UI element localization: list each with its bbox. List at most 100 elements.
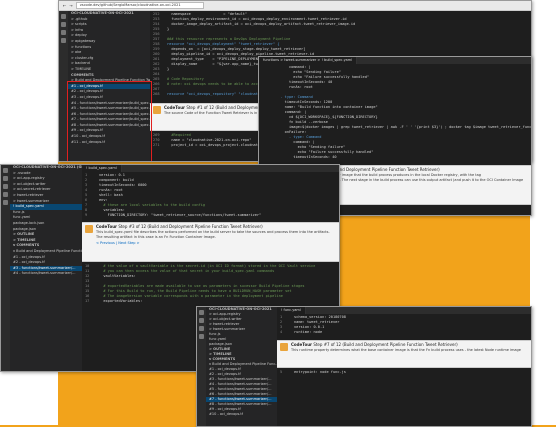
tab-build-spec[interactable]: functions > tweet-summarizer > ! build_s…: [259, 57, 358, 64]
code-text: docker_image_deploy_artifact_id = oci_de…: [167, 22, 356, 26]
codetour-comment-panel: CodeTour Step #3 of 12 (Build and Deploy…: [82, 222, 339, 262]
code-text: function_deploy_environment_id = oci_dev…: [167, 17, 347, 21]
code-area[interactable]: 1 version: 0.1 2 component: build 3 timeoutIn…: [82, 172, 339, 218]
source-control-icon[interactable]: [199, 326, 204, 331]
code-text: }: [167, 67, 170, 71]
code-text: resource "oci_devops_deployment" "tweet_…: [167, 42, 280, 46]
comment-thread-item[interactable]: v Build and Deployment Pipeline Function…: [10, 249, 82, 255]
highlight-comments-box: [67, 81, 152, 161]
code-text: shell: bash: [99, 193, 123, 197]
code-text: echo "Sending failure": [276, 145, 346, 149]
code-text: echo "Sending failure": [276, 70, 341, 74]
search-icon[interactable]: [3, 176, 8, 181]
code-text: cd ${OCI_WORKSPACE}_${FUNCTION_DIRECTORY…: [276, 115, 378, 119]
source-control-icon[interactable]: [3, 184, 8, 189]
code-text: command: |: [276, 65, 311, 69]
comment-thread-item[interactable]: #4 - functions/tweet-summarizer/...: [10, 271, 82, 277]
code-text: version: 0.0.1: [294, 325, 325, 329]
code-text: # the value of a vaultVariable is the se…: [99, 264, 316, 268]
search-icon[interactable]: [61, 22, 66, 27]
code-text: entrypoint: node func.js: [294, 370, 346, 374]
run-icon[interactable]: [3, 192, 8, 197]
code-text: # you can then access the value of that …: [99, 269, 275, 273]
code-text: # The imageVersion variable corresponds …: [99, 294, 283, 298]
activity-bar: [197, 307, 206, 426]
code-text: command: |: [276, 110, 307, 114]
code-area[interactable]: command: | echo "Sending failure" echo "…: [259, 64, 531, 160]
explorer-icon[interactable]: [61, 14, 66, 19]
code-line[interactable]: 271 project_id = oci_devops_project.clou…: [153, 143, 271, 148]
code-text: runAs: root: [99, 188, 123, 192]
sidebar-item[interactable]: #10 - oci_devops.tf: [206, 412, 277, 417]
editor-window-step7: OCI-CLOUDNATIVE-ON-OCI-2021 > oci-app-reg…: [196, 306, 532, 427]
comment-author: CodeTour: [164, 105, 186, 110]
code-text: #Required: [167, 133, 191, 137]
code-text: echo "Failure successfully handled": [276, 75, 370, 79]
code-area-continued[interactable]: 269 #Required 270 name = "cloudnative-202…: [150, 132, 271, 148]
code-text: deployment_type = "PIPELINE_DEPLOYMENT": [167, 57, 263, 61]
code-text: onFailure:: [276, 130, 307, 134]
explorer-sidebar: OCI-CLOUDNATIVE-ON-OCI-2021 > oci-app-reg…: [206, 307, 277, 426]
explorer-sidebar: OCI-CLOUDNATIVE-ON-OCI-2021 (GITHUB)> .v…: [10, 165, 82, 371]
source-control-icon[interactable]: [61, 30, 66, 35]
code-text: timeoutInSeconds: 6000: [99, 183, 147, 187]
code-text: component: build: [99, 178, 134, 182]
code-area[interactable]: 1 schema_version: 20180708 2 name: tweet_re…: [277, 314, 531, 335]
code-text: env:: [99, 198, 108, 202]
address-bar[interactable]: vscode.dev/github/SergioMarsoc/cloudnati…: [75, 2, 204, 9]
code-line[interactable]: 9 FUNCTION_DIRECTORY: "tweet_retriever_s…: [85, 213, 339, 218]
code-text: # Code Repository: [167, 77, 204, 81]
tour-navigation-link[interactable]: < Previous | Next Step >: [82, 240, 339, 245]
code-area-continued[interactable]: 5 entrypoint: node func.js: [277, 369, 346, 375]
tab-func-yaml[interactable]: ! func.yaml: [277, 307, 306, 314]
comment-body: This build_spec.yaml file describes the …: [96, 230, 330, 239]
code-text: name = "cloudnative-2021-on-oci-repo": [167, 138, 252, 142]
explorer-icon[interactable]: [199, 310, 204, 315]
code-text: # exportedVariables are made available t…: [99, 284, 305, 288]
code-text: # For this Build to run, the Build Pipel…: [99, 289, 292, 293]
code-text: runAs: root: [276, 85, 313, 89]
browser-back-icon[interactable]: ←: [63, 1, 66, 10]
code-text: timeoutInSeconds: 40: [276, 80, 333, 84]
page-background-right: [530, 0, 556, 425]
extensions-icon[interactable]: [199, 334, 204, 339]
search-icon[interactable]: [199, 318, 204, 323]
avatar-icon: [85, 225, 93, 233]
code-text: timeoutInSeconds: 1200: [276, 100, 333, 104]
code-text: name: tweet_retriever: [294, 320, 340, 324]
code-text: echo "Failure successfully handled": [276, 150, 374, 154]
code-line[interactable]: 17 exportedVariables:: [85, 299, 315, 304]
avatar-icon: [153, 106, 161, 114]
code-text: runtime: node: [294, 330, 323, 334]
code-text: timeoutInSeconds: 40: [276, 155, 337, 159]
code-text: image=$(docker images | grep tweet_retri…: [276, 125, 531, 129]
code-text: variables:: [99, 208, 125, 212]
code-text: - type: Command: [276, 95, 313, 99]
explorer-icon[interactable]: [3, 168, 8, 173]
code-text: resource "oci_devops_repository" "cloudn…: [167, 92, 271, 96]
comment-step: Step #3 of 12 (Build and Deployment Pipe…: [118, 224, 263, 229]
sidebar-item[interactable]: OCI-CLOUDNATIVE-ON-OCI-2021 (GITHUB): [10, 165, 82, 171]
line-number: 17: [85, 299, 90, 303]
code-text: FUNCTION_DIRECTORY: "tweet_retriever_sou…: [99, 213, 262, 217]
code-text: schema_version: 20180708: [294, 315, 346, 319]
code-line[interactable]: 5 entrypoint: node func.js: [280, 370, 346, 375]
extensions-icon[interactable]: [3, 200, 8, 205]
code-line[interactable]: 4 runtime: node: [280, 330, 531, 335]
line-number: 5: [280, 370, 283, 374]
extensions-icon[interactable]: [61, 38, 66, 43]
tab-build-spec[interactable]: ! build_spec.yaml: [82, 165, 122, 172]
editor-func-yaml: ! func.yaml 1 schema_version: 20180708 2 na…: [277, 307, 531, 426]
code-text: depends_on = [oci_devops_deploy_stage.de…: [167, 47, 306, 51]
code-text: name: "Build function into container ima…: [276, 105, 378, 109]
code-text: fn build --verbose: [276, 120, 328, 124]
code-text: }: [167, 27, 170, 31]
code-text: - type: Command: [276, 135, 322, 139]
browser-forward-icon[interactable]: →: [69, 1, 72, 10]
activity-bar: [1, 165, 10, 371]
code-text: project_id = oci_devops_project.cloudnat…: [167, 143, 271, 147]
code-area-continued[interactable]: 10 # the value of a vaultVariable is the…: [82, 263, 315, 304]
code-text: version: 0.1: [99, 173, 125, 177]
code-line[interactable]: timeoutInSeconds: 40: [262, 155, 531, 160]
line-number: 271: [153, 143, 160, 147]
